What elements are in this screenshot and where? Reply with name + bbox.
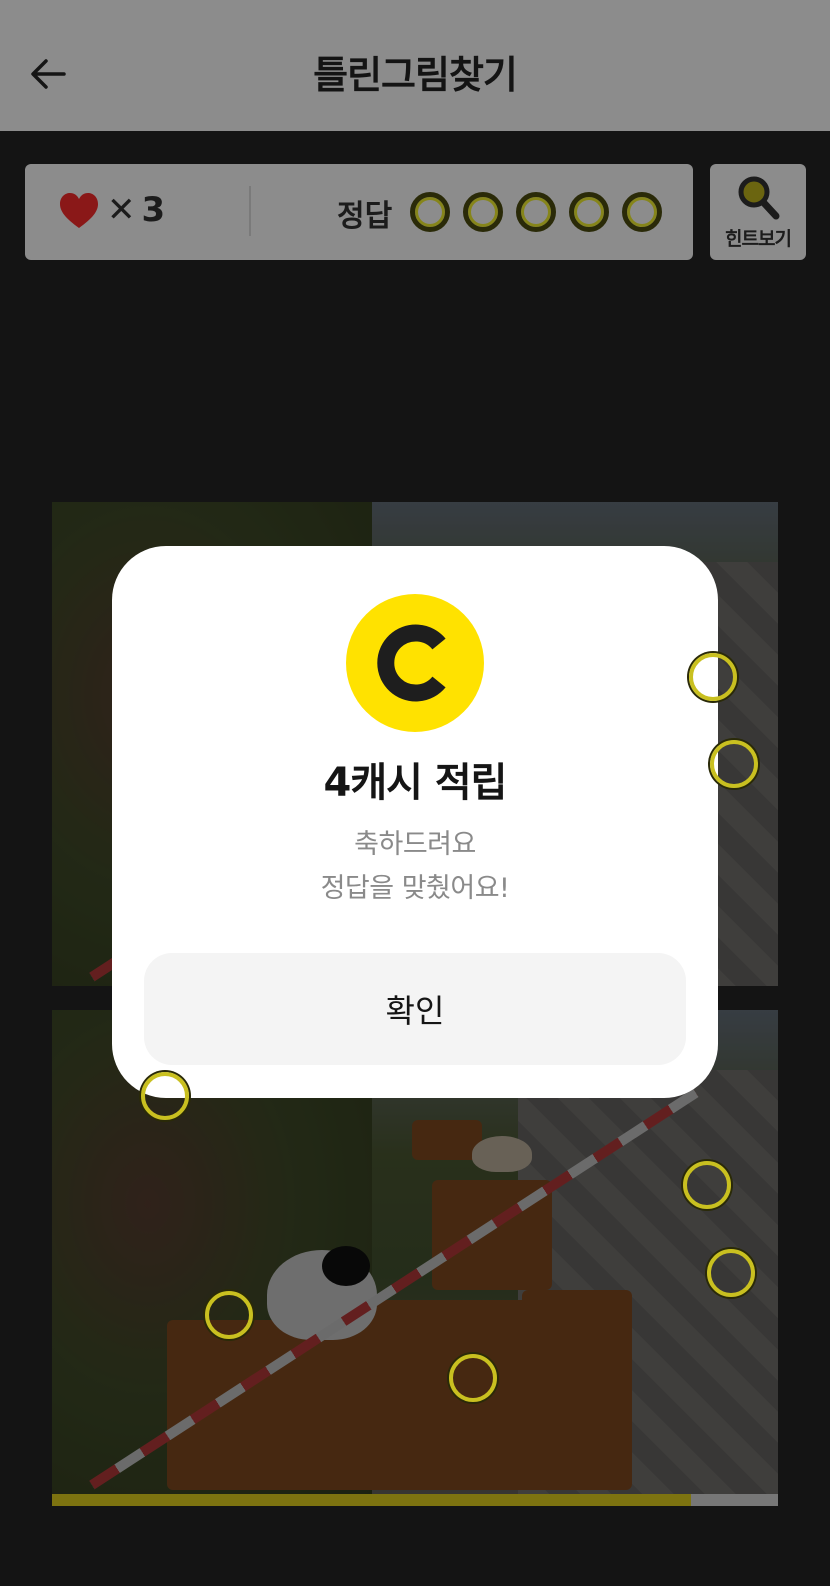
coin-letter-c bbox=[377, 624, 446, 702]
lives-number: 3 bbox=[141, 190, 166, 230]
difference-marker[interactable] bbox=[683, 1161, 731, 1209]
hint-label: 힌트보기 bbox=[725, 228, 792, 250]
confirm-button[interactable]: 확인 bbox=[144, 953, 686, 1065]
page-title: 틀린그림찾기 bbox=[313, 53, 518, 97]
lives-count: ✕ 3 bbox=[107, 190, 165, 230]
image-cat bbox=[472, 1136, 532, 1172]
difference-marker[interactable] bbox=[689, 653, 737, 701]
magnifier-icon bbox=[738, 176, 780, 220]
heart-icon bbox=[60, 193, 98, 228]
difference-marker[interactable] bbox=[205, 1291, 253, 1339]
difference-marker[interactable] bbox=[707, 1249, 755, 1297]
game-status-panel: ✕ 3 정답 bbox=[25, 164, 693, 260]
lives-multiplier: ✕ bbox=[107, 190, 136, 230]
hint-button[interactable]: 힌트보기 bbox=[710, 164, 806, 260]
answer-indicator bbox=[516, 192, 556, 232]
reward-dialog: 4캐시 적립 축하드려요 정답을 맞췄어요! 확인 bbox=[112, 546, 718, 1098]
reward-title: 4캐시 적립 bbox=[323, 760, 508, 806]
status-divider bbox=[249, 186, 251, 236]
image-cat-spot bbox=[322, 1246, 370, 1286]
top-app-bar: 틀린그림찾기 bbox=[0, 0, 830, 131]
cash-coin-icon bbox=[346, 594, 484, 732]
answer-indicator bbox=[410, 192, 450, 232]
answer-indicator bbox=[622, 192, 662, 232]
difference-marker[interactable] bbox=[710, 740, 758, 788]
answer-indicator bbox=[463, 192, 503, 232]
difference-marker[interactable] bbox=[449, 1354, 497, 1402]
time-progress-fill bbox=[52, 1494, 691, 1506]
time-progress-bar bbox=[52, 1494, 778, 1506]
difference-marker[interactable] bbox=[141, 1072, 189, 1120]
reward-message-line1: 축하드려요 bbox=[354, 829, 476, 860]
answer-indicator bbox=[569, 192, 609, 232]
image-chair bbox=[522, 1290, 632, 1490]
image-chair bbox=[167, 1320, 382, 1490]
answer-label: 정답 bbox=[337, 199, 393, 234]
answer-indicators bbox=[410, 192, 662, 232]
reward-message-line2: 정답을 맞췄어요! bbox=[320, 873, 510, 904]
